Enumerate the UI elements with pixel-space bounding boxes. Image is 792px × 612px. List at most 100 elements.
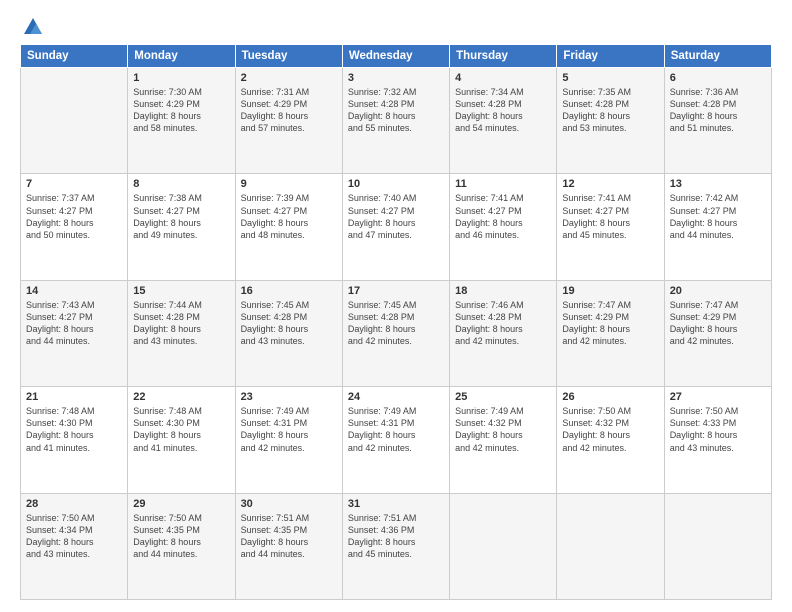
day-info: Sunrise: 7:49 AM Sunset: 4:31 PM Dayligh… <box>241 405 337 454</box>
day-info: Sunrise: 7:46 AM Sunset: 4:28 PM Dayligh… <box>455 299 551 348</box>
day-number: 4 <box>455 72 551 84</box>
page: SundayMondayTuesdayWednesdayThursdayFrid… <box>0 0 792 612</box>
day-number: 11 <box>455 178 551 190</box>
day-info: Sunrise: 7:31 AM Sunset: 4:29 PM Dayligh… <box>241 86 337 135</box>
calendar-cell: 29 Sunrise: 7:50 AM Sunset: 4:35 PM Dayli… <box>128 493 235 599</box>
calendar-cell: 1Sunrise: 7:30 AM Sunset: 4:29 PM Daylig… <box>128 68 235 174</box>
calendar-cell: 9 Sunrise: 7:39 AM Sunset: 4:27 PM Daylig… <box>235 174 342 280</box>
week-row-2: 7 Sunrise: 7:37 AM Sunset: 4:27 PM Daylig… <box>21 174 772 280</box>
calendar-cell: 18Sunrise: 7:46 AM Sunset: 4:28 PM Dayli… <box>450 280 557 386</box>
calendar-cell: 12 Sunrise: 7:41 AM Sunset: 4:27 PM Dayli… <box>557 174 664 280</box>
calendar-cell: 14 Sunrise: 7:43 AM Sunset: 4:27 PM Dayli… <box>21 280 128 386</box>
day-number: 21 <box>26 391 122 403</box>
day-info: Sunrise: 7:36 AM Sunset: 4:28 PM Dayligh… <box>670 86 766 135</box>
day-number: 23 <box>241 391 337 403</box>
calendar-header-row: SundayMondayTuesdayWednesdayThursdayFrid… <box>21 45 772 68</box>
day-info: Sunrise: 7:35 AM Sunset: 4:28 PM Dayligh… <box>562 86 658 135</box>
calendar-cell <box>557 493 664 599</box>
day-number: 14 <box>26 285 122 297</box>
day-info: Sunrise: 7:47 AM Sunset: 4:29 PM Dayligh… <box>670 299 766 348</box>
header-wednesday: Wednesday <box>342 45 449 68</box>
day-info: Sunrise: 7:51 AM Sunset: 4:36 PM Dayligh… <box>348 512 444 561</box>
calendar-cell: 20 Sunrise: 7:47 AM Sunset: 4:29 PM Dayli… <box>664 280 771 386</box>
day-info: Sunrise: 7:41 AM Sunset: 4:27 PM Dayligh… <box>562 192 658 241</box>
calendar-cell: 25 Sunrise: 7:49 AM Sunset: 4:32 PM Dayli… <box>450 387 557 493</box>
day-number: 28 <box>26 498 122 510</box>
day-number: 27 <box>670 391 766 403</box>
day-info: Sunrise: 7:48 AM Sunset: 4:30 PM Dayligh… <box>26 405 122 454</box>
day-info: Sunrise: 7:50 AM Sunset: 4:35 PM Dayligh… <box>133 512 229 561</box>
calendar-table: SundayMondayTuesdayWednesdayThursdayFrid… <box>20 44 772 600</box>
day-info: Sunrise: 7:38 AM Sunset: 4:27 PM Dayligh… <box>133 192 229 241</box>
calendar-cell: 2 Sunrise: 7:31 AM Sunset: 4:29 PM Daylig… <box>235 68 342 174</box>
day-info: Sunrise: 7:43 AM Sunset: 4:27 PM Dayligh… <box>26 299 122 348</box>
calendar-cell: 30 Sunrise: 7:51 AM Sunset: 4:35 PM Dayli… <box>235 493 342 599</box>
day-number: 29 <box>133 498 229 510</box>
header-monday: Monday <box>128 45 235 68</box>
day-number: 17 <box>348 285 444 297</box>
day-number: 25 <box>455 391 551 403</box>
day-info: Sunrise: 7:39 AM Sunset: 4:27 PM Dayligh… <box>241 192 337 241</box>
day-number: 9 <box>241 178 337 190</box>
day-info: Sunrise: 7:47 AM Sunset: 4:29 PM Dayligh… <box>562 299 658 348</box>
day-info: Sunrise: 7:32 AM Sunset: 4:28 PM Dayligh… <box>348 86 444 135</box>
day-info: Sunrise: 7:42 AM Sunset: 4:27 PM Dayligh… <box>670 192 766 241</box>
day-number: 13 <box>670 178 766 190</box>
day-info: Sunrise: 7:37 AM Sunset: 4:27 PM Dayligh… <box>26 192 122 241</box>
calendar-cell: 15 Sunrise: 7:44 AM Sunset: 4:28 PM Dayli… <box>128 280 235 386</box>
day-number: 2 <box>241 72 337 84</box>
calendar-cell: 28 Sunrise: 7:50 AM Sunset: 4:34 PM Dayli… <box>21 493 128 599</box>
calendar-cell: 6 Sunrise: 7:36 AM Sunset: 4:28 PM Daylig… <box>664 68 771 174</box>
calendar-cell: 24Sunrise: 7:49 AM Sunset: 4:31 PM Dayli… <box>342 387 449 493</box>
header-saturday: Saturday <box>664 45 771 68</box>
calendar-cell: 26 Sunrise: 7:50 AM Sunset: 4:32 PM Dayli… <box>557 387 664 493</box>
header-sunday: Sunday <box>21 45 128 68</box>
day-number: 8 <box>133 178 229 190</box>
day-info: Sunrise: 7:50 AM Sunset: 4:33 PM Dayligh… <box>670 405 766 454</box>
calendar-cell <box>450 493 557 599</box>
calendar-cell: 10 Sunrise: 7:40 AM Sunset: 4:27 PM Dayli… <box>342 174 449 280</box>
day-info: Sunrise: 7:50 AM Sunset: 4:32 PM Dayligh… <box>562 405 658 454</box>
week-row-5: 28 Sunrise: 7:50 AM Sunset: 4:34 PM Dayli… <box>21 493 772 599</box>
day-number: 12 <box>562 178 658 190</box>
day-info: Sunrise: 7:49 AM Sunset: 4:32 PM Dayligh… <box>455 405 551 454</box>
day-info: Sunrise: 7:50 AM Sunset: 4:34 PM Dayligh… <box>26 512 122 561</box>
day-number: 7 <box>26 178 122 190</box>
day-info: Sunrise: 7:41 AM Sunset: 4:27 PM Dayligh… <box>455 192 551 241</box>
day-info: Sunrise: 7:44 AM Sunset: 4:28 PM Dayligh… <box>133 299 229 348</box>
calendar-cell: 8 Sunrise: 7:38 AM Sunset: 4:27 PM Daylig… <box>128 174 235 280</box>
day-number: 15 <box>133 285 229 297</box>
day-number: 30 <box>241 498 337 510</box>
logo-icon <box>22 16 44 38</box>
day-number: 5 <box>562 72 658 84</box>
day-number: 20 <box>670 285 766 297</box>
calendar-cell: 13 Sunrise: 7:42 AM Sunset: 4:27 PM Dayli… <box>664 174 771 280</box>
calendar-cell: 3 Sunrise: 7:32 AM Sunset: 4:28 PM Daylig… <box>342 68 449 174</box>
calendar-cell: 16Sunrise: 7:45 AM Sunset: 4:28 PM Dayli… <box>235 280 342 386</box>
day-number: 10 <box>348 178 444 190</box>
day-number: 1 <box>133 72 229 84</box>
calendar-cell: 11 Sunrise: 7:41 AM Sunset: 4:27 PM Dayli… <box>450 174 557 280</box>
week-row-4: 21 Sunrise: 7:48 AM Sunset: 4:30 PM Dayli… <box>21 387 772 493</box>
calendar-cell <box>21 68 128 174</box>
calendar-cell: 22Sunrise: 7:48 AM Sunset: 4:30 PM Dayli… <box>128 387 235 493</box>
day-info: Sunrise: 7:49 AM Sunset: 4:31 PM Dayligh… <box>348 405 444 454</box>
day-info: Sunrise: 7:51 AM Sunset: 4:35 PM Dayligh… <box>241 512 337 561</box>
week-row-3: 14 Sunrise: 7:43 AM Sunset: 4:27 PM Dayli… <box>21 280 772 386</box>
day-info: Sunrise: 7:48 AM Sunset: 4:30 PM Dayligh… <box>133 405 229 454</box>
day-number: 26 <box>562 391 658 403</box>
week-row-1: 1Sunrise: 7:30 AM Sunset: 4:29 PM Daylig… <box>21 68 772 174</box>
day-number: 31 <box>348 498 444 510</box>
calendar-cell <box>664 493 771 599</box>
day-info: Sunrise: 7:45 AM Sunset: 4:28 PM Dayligh… <box>348 299 444 348</box>
day-info: Sunrise: 7:34 AM Sunset: 4:28 PM Dayligh… <box>455 86 551 135</box>
header-thursday: Thursday <box>450 45 557 68</box>
day-info: Sunrise: 7:40 AM Sunset: 4:27 PM Dayligh… <box>348 192 444 241</box>
day-number: 3 <box>348 72 444 84</box>
calendar-cell: 17 Sunrise: 7:45 AM Sunset: 4:28 PM Dayli… <box>342 280 449 386</box>
day-number: 16 <box>241 285 337 297</box>
day-number: 6 <box>670 72 766 84</box>
calendar-cell: 4 Sunrise: 7:34 AM Sunset: 4:28 PM Daylig… <box>450 68 557 174</box>
calendar-cell: 7 Sunrise: 7:37 AM Sunset: 4:27 PM Daylig… <box>21 174 128 280</box>
calendar-cell: 23 Sunrise: 7:49 AM Sunset: 4:31 PM Dayli… <box>235 387 342 493</box>
